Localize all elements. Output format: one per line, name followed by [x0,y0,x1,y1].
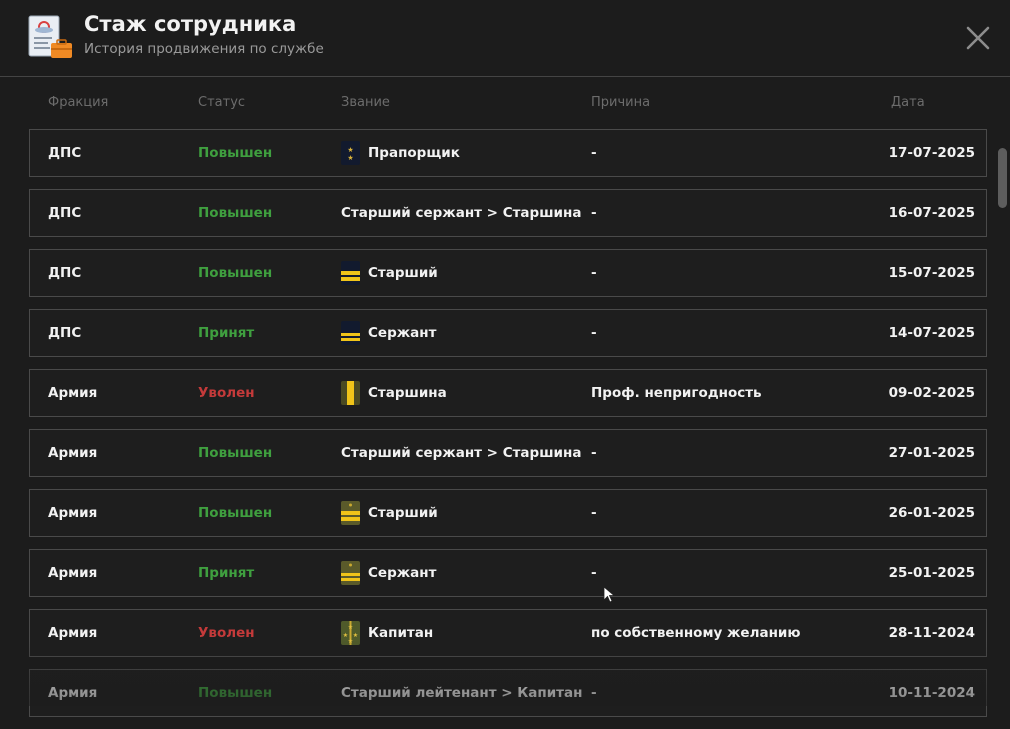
row-date: 10-11-2024 [888,685,975,701]
row-faction: Армия [48,445,98,461]
row-date: 14-07-2025 [888,325,975,341]
row-rank: ★ ★ Прапорщик [341,130,460,176]
serzhant-army-icon [341,561,360,585]
row-rank-label: Старшина [368,385,447,401]
row-faction: Армия [48,565,98,581]
employee-record-icon [28,15,72,58]
row-status: Уволен [198,625,255,641]
row-rank: Старший сержант > Старшина [341,190,581,236]
row-reason: Проф. непригодность [591,385,762,401]
row-rank-label: Старший [368,265,438,281]
page-subtitle: История продвижения по службе [84,41,324,57]
column-header-reason: Причина [591,95,651,110]
svg-text:★: ★ [347,154,353,162]
page-title: Стаж сотрудника [84,12,297,36]
row-date: 27-01-2025 [888,445,975,461]
column-header-faction: Фракция [48,95,109,110]
row-faction: Армия [48,385,98,401]
table-row[interactable]: ДПС Повышен Старший - 15-07-2025 [29,249,987,297]
row-rank-label: Старший [368,505,438,521]
row-date: 15-07-2025 [888,265,975,281]
row-date: 26-01-2025 [888,505,975,521]
row-rank-label: Старший лейтенант > Капитан [341,685,583,701]
column-header-date: Дата [891,95,925,110]
table-row[interactable]: Армия Уволен ★ ★ ★ ★ Капитан по собствен… [29,609,987,657]
row-faction: ДПС [48,265,82,281]
row-rank: ★ ★ ★ ★ Капитан [341,610,433,656]
table-header: Фракция Статус Звание Причина Дата [0,95,1010,113]
row-date: 28-11-2024 [888,625,975,641]
row-date: 09-02-2025 [888,385,975,401]
row-rank-label: Сержант [368,325,437,341]
serzhant-dps-icon [341,321,360,345]
row-status: Повышен [198,265,273,281]
row-status: Повышен [198,445,273,461]
svg-text:★: ★ [348,624,353,631]
row-faction: Армия [48,685,98,701]
row-reason: по собственному желанию [591,625,801,641]
row-reason: - [591,205,597,221]
row-date: 16-07-2025 [888,205,975,221]
row-status: Повышен [198,685,273,701]
scrollbar-thumb[interactable] [998,148,1007,208]
row-rank: Старший сержант > Старшина [341,430,581,476]
row-rank: Старший [341,250,438,296]
row-rank: Старший [341,490,438,536]
row-status: Принят [198,565,255,581]
row-rank-label: Старший сержант > Старшина [341,205,582,221]
row-rank-label: Капитан [368,625,434,641]
column-header-status: Статус [198,95,246,110]
row-rank-label: Прапорщик [368,145,460,161]
table-row[interactable]: ДПС Повышен Старший сержант > Старшина -… [29,189,987,237]
row-rank: Старший лейтенант > Капитан [341,670,582,716]
close-icon[interactable] [962,22,994,54]
row-date: 25-01-2025 [888,565,975,581]
row-rank: Сержант [341,310,436,356]
row-faction: Армия [48,505,98,521]
row-reason: - [591,505,597,521]
starshina-army-icon [341,381,360,405]
row-status: Принят [198,325,255,341]
row-reason: - [591,145,597,161]
row-reason: - [591,325,597,341]
row-reason: - [591,445,597,461]
row-status: Повышен [198,505,273,521]
row-status: Повышен [198,205,273,221]
row-reason: - [591,265,597,281]
row-date: 17-07-2025 [888,145,975,161]
table-row[interactable]: Армия Повышен Старший лейтенант > Капита… [29,669,987,717]
kapitan-army-icon: ★ ★ ★ ★ [341,621,360,645]
svg-text:★: ★ [348,638,353,645]
column-header-rank: Звание [341,95,390,110]
table-row[interactable]: Армия Уволен Старшина Проф. непригодност… [29,369,987,417]
table-row[interactable]: Армия Принят Сержант - 25-01-2025 [29,549,987,597]
row-faction: ДПС [48,325,82,341]
row-status: Уволен [198,385,255,401]
row-reason: - [591,685,597,701]
row-rank-label: Старший сержант > Старшина [341,445,582,461]
history-list: ДПС Повышен ★ ★ Прапорщик - 17-07-2025 Д… [29,129,987,729]
table-row[interactable]: ДПС Повышен ★ ★ Прапорщик - 17-07-2025 [29,129,987,177]
row-faction: Армия [48,625,98,641]
table-row[interactable]: ДПС Принят Сержант - 14-07-2025 [29,309,987,357]
mouse-cursor-icon [603,586,616,603]
table-row[interactable]: Армия Повышен Старший - 26-01-2025 [29,489,987,537]
row-faction: ДПС [48,205,82,221]
praporshchik-dps-icon: ★ ★ [341,141,360,165]
starshiy-dps-icon [341,261,360,285]
row-rank: Сержант [341,550,436,596]
starshiy-army-icon [341,501,360,525]
svg-text:★: ★ [347,146,353,154]
row-reason: - [591,565,597,581]
row-rank: Старшина [341,370,447,416]
row-rank-label: Сержант [368,565,437,581]
svg-text:★: ★ [353,632,358,639]
row-faction: ДПС [48,145,82,161]
table-row[interactable]: Армия Повышен Старший сержант > Старшина… [29,429,987,477]
row-status: Повышен [198,145,273,161]
modal-header: Стаж сотрудника История продвижения по с… [0,0,1010,77]
